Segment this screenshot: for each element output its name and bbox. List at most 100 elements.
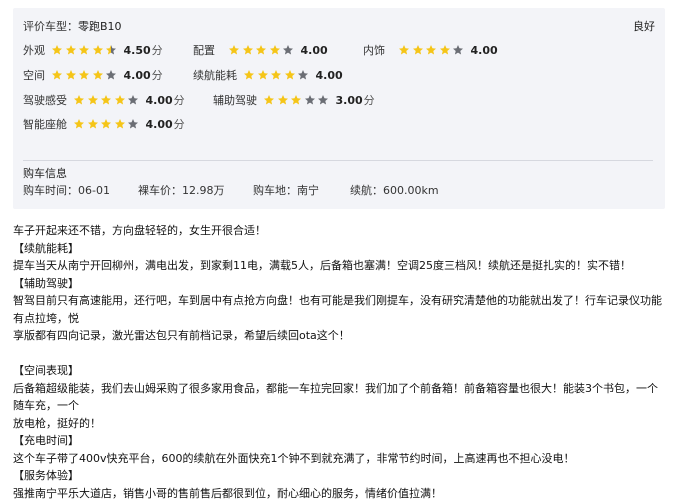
overall-rating: 良好 (633, 18, 655, 34)
star-rating (228, 44, 296, 56)
review-section-heading: 【服务体验】 (13, 467, 665, 485)
rating-label: 续航能耗 (193, 67, 237, 83)
review-text: 车子开起来还不错，方向盘轻轻的，女生开很合适！ 【续航能耗】 提车当天从南宁开回… (13, 222, 665, 502)
rating-score: 3.00分 (336, 92, 375, 108)
star-icon (92, 44, 104, 56)
review-section-heading: 【充电时间】 (13, 432, 665, 450)
rating-label: 辅助驾驶 (213, 92, 257, 108)
rating-score: 4.00分 (146, 116, 185, 132)
review-line: 提车当天从南宁开回柳州，满电出发，到家剩11电，满载5人，后备箱也塞满！空调25… (13, 257, 665, 275)
star-icon (290, 94, 302, 106)
star-icon (105, 44, 117, 56)
star-icon (412, 44, 424, 56)
star-icon (127, 118, 139, 130)
score-unit: 分 (364, 94, 375, 107)
model-value: 零跑B10 (78, 20, 122, 33)
review-line: 享版都有四向记录，激光雷达包只有前档记录，希望后续回ota这个！ (13, 327, 665, 345)
review-blank-line (13, 345, 665, 363)
star-icon (257, 69, 269, 81)
review-line: 智驾目前只有高速能用，还行吧，车到居中有点抢方向盘！也有可能是我们刚提车，没有研… (13, 292, 665, 327)
purchase-range-label: 续航： (350, 184, 383, 197)
star-icon (269, 44, 281, 56)
star-icon (51, 44, 63, 56)
star-icon (282, 44, 294, 56)
review-line: 这个车子带了400v快充平台，600的续航在外面快充1个钟不到就充满了，非常节约… (13, 450, 665, 468)
purchase-price-value: 12.98万 (182, 184, 225, 197)
star-icon (78, 69, 90, 81)
star-icon (73, 94, 85, 106)
rating-card: 评价车型：零跑B10 良好 外观 4.50分 配置 4.00 内饰 4.00 空… (13, 8, 665, 209)
review-section-heading: 【空间表现】 (13, 362, 665, 380)
star-icon (73, 118, 85, 130)
star-icon (255, 44, 267, 56)
star-icon (127, 94, 139, 106)
star-icon (317, 94, 329, 106)
purchase-place: 购车地：南宁 (253, 182, 319, 198)
rating-score: 4.00 (316, 69, 343, 82)
review-line: 放电枪，挺好的！ (13, 415, 665, 433)
star-icon (78, 44, 90, 56)
purchase-time-value: 06-01 (78, 184, 110, 197)
star-icon (284, 69, 296, 81)
star-icon (297, 69, 309, 81)
star-icon (87, 118, 99, 130)
review-line: 强推南宁平乐大道店，销售小哥的售前售后都很到位，耐心细心的服务，情绪价值拉满！ (13, 485, 665, 502)
star-icon (242, 44, 254, 56)
rating-score: 4.00分 (146, 92, 185, 108)
star-icon (243, 69, 255, 81)
rating-label: 空间 (23, 67, 45, 83)
star-icon (270, 69, 282, 81)
purchase-place-value: 南宁 (297, 184, 319, 197)
rating-range-energy: 续航能耗 4.00 (193, 66, 343, 84)
review-line: 后备箱超级能装，我们去山姆采购了很多家用食品，都能一车拉完回家！我们加了个前备箱… (13, 380, 665, 415)
star-icon (228, 44, 240, 56)
star-icon (304, 94, 316, 106)
purchase-range-value: 600.00km (383, 184, 439, 197)
rating-label: 智能座舱 (23, 116, 67, 132)
divider (23, 160, 653, 161)
rating-assist: 辅助驾驶 3.00分 (213, 91, 375, 109)
star-icon (100, 94, 112, 106)
star-icon (100, 118, 112, 130)
rating-label: 驾驶感受 (23, 92, 67, 108)
star-rating (263, 94, 331, 106)
rating-exterior: 外观 4.50分 (23, 41, 163, 59)
star-icon (51, 69, 63, 81)
rating-score: 4.50分 (124, 42, 163, 58)
star-rating (73, 118, 141, 130)
star-rating (243, 69, 311, 81)
rating-score: 4.00 (301, 44, 328, 57)
star-icon (114, 118, 126, 130)
star-icon (439, 44, 451, 56)
star-icon (92, 69, 104, 81)
model-row: 评价车型：零跑B10 (23, 18, 122, 34)
star-icon (452, 44, 464, 56)
rating-driving: 驾驶感受 4.00分 (23, 91, 185, 109)
star-icon (277, 94, 289, 106)
rating-label: 内饰 (363, 42, 385, 58)
purchase-time-label: 购车时间： (23, 184, 78, 197)
rating-space: 空间 4.00分 (23, 66, 163, 84)
rating-cockpit: 智能座舱 4.00分 (23, 115, 185, 133)
star-icon (65, 44, 77, 56)
purchase-price-label: 裸车价： (138, 184, 182, 197)
rating-config: 配置 4.00 (193, 41, 328, 59)
score-unit: 分 (152, 69, 163, 82)
star-icon (105, 69, 117, 81)
review-section-heading: 【续航能耗】 (13, 240, 665, 258)
star-rating (51, 69, 119, 81)
purchase-time: 购车时间：06-01 (23, 182, 110, 198)
star-icon (114, 94, 126, 106)
purchase-price: 裸车价：12.98万 (138, 182, 225, 198)
star-icon (425, 44, 437, 56)
model-label: 评价车型： (23, 20, 78, 33)
rating-label: 外观 (23, 42, 45, 58)
score-unit: 分 (174, 94, 185, 107)
rating-label: 配置 (193, 42, 215, 58)
star-rating (51, 44, 119, 56)
score-unit: 分 (174, 118, 185, 131)
rating-interior: 内饰 4.00 (363, 41, 498, 59)
review-line: 车子开起来还不错，方向盘轻轻的，女生开很合适！ (13, 222, 665, 240)
star-icon (398, 44, 410, 56)
star-rating (398, 44, 466, 56)
